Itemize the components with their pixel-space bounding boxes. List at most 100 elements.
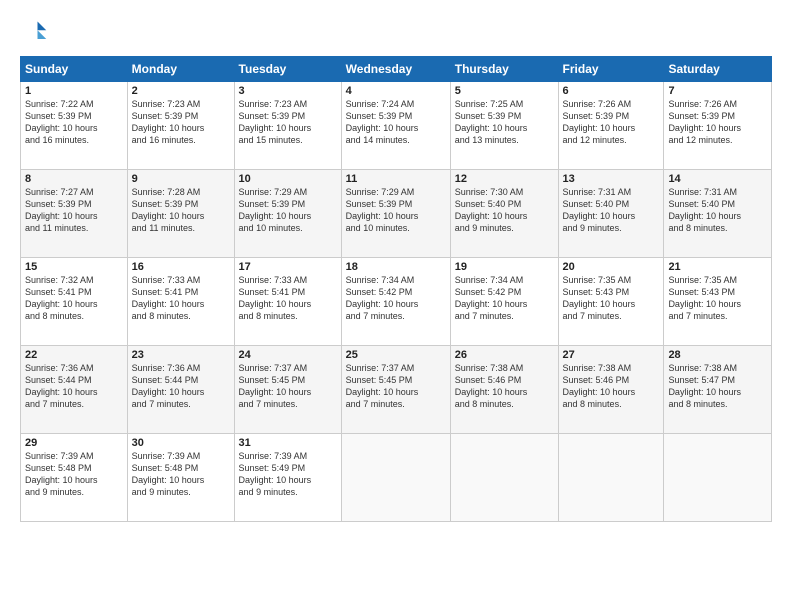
weekday-sunday: Sunday: [21, 57, 128, 82]
day-cell: 6Sunrise: 7:26 AM Sunset: 5:39 PM Daylig…: [558, 82, 664, 170]
day-number: 7: [668, 85, 767, 97]
day-cell: 22Sunrise: 7:36 AM Sunset: 5:44 PM Dayli…: [21, 346, 128, 434]
day-number: 27: [563, 349, 660, 361]
day-info: Sunrise: 7:35 AM Sunset: 5:43 PM Dayligh…: [563, 274, 660, 323]
day-info: Sunrise: 7:36 AM Sunset: 5:44 PM Dayligh…: [25, 362, 123, 411]
day-cell: 16Sunrise: 7:33 AM Sunset: 5:41 PM Dayli…: [127, 258, 234, 346]
day-cell: 4Sunrise: 7:24 AM Sunset: 5:39 PM Daylig…: [341, 82, 450, 170]
day-info: Sunrise: 7:38 AM Sunset: 5:47 PM Dayligh…: [668, 362, 767, 411]
day-number: 31: [239, 437, 337, 449]
day-number: 15: [25, 261, 123, 273]
day-cell: 8Sunrise: 7:27 AM Sunset: 5:39 PM Daylig…: [21, 170, 128, 258]
day-cell: 11Sunrise: 7:29 AM Sunset: 5:39 PM Dayli…: [341, 170, 450, 258]
day-info: Sunrise: 7:29 AM Sunset: 5:39 PM Dayligh…: [346, 186, 446, 235]
weekday-thursday: Thursday: [450, 57, 558, 82]
day-cell: 13Sunrise: 7:31 AM Sunset: 5:40 PM Dayli…: [558, 170, 664, 258]
day-number: 8: [25, 173, 123, 185]
calendar: SundayMondayTuesdayWednesdayThursdayFrid…: [20, 56, 772, 522]
day-number: 9: [132, 173, 230, 185]
day-number: 6: [563, 85, 660, 97]
day-info: Sunrise: 7:37 AM Sunset: 5:45 PM Dayligh…: [239, 362, 337, 411]
day-info: Sunrise: 7:34 AM Sunset: 5:42 PM Dayligh…: [346, 274, 446, 323]
day-cell: 5Sunrise: 7:25 AM Sunset: 5:39 PM Daylig…: [450, 82, 558, 170]
day-number: 16: [132, 261, 230, 273]
day-number: 24: [239, 349, 337, 361]
day-info: Sunrise: 7:37 AM Sunset: 5:45 PM Dayligh…: [346, 362, 446, 411]
day-info: Sunrise: 7:39 AM Sunset: 5:48 PM Dayligh…: [132, 450, 230, 499]
day-cell: 1Sunrise: 7:22 AM Sunset: 5:39 PM Daylig…: [21, 82, 128, 170]
day-number: 29: [25, 437, 123, 449]
day-cell: 17Sunrise: 7:33 AM Sunset: 5:41 PM Dayli…: [234, 258, 341, 346]
day-info: Sunrise: 7:28 AM Sunset: 5:39 PM Dayligh…: [132, 186, 230, 235]
day-number: 14: [668, 173, 767, 185]
weekday-header-row: SundayMondayTuesdayWednesdayThursdayFrid…: [21, 57, 772, 82]
week-row-2: 8Sunrise: 7:27 AM Sunset: 5:39 PM Daylig…: [21, 170, 772, 258]
day-number: 22: [25, 349, 123, 361]
week-row-4: 22Sunrise: 7:36 AM Sunset: 5:44 PM Dayli…: [21, 346, 772, 434]
day-info: Sunrise: 7:36 AM Sunset: 5:44 PM Dayligh…: [132, 362, 230, 411]
day-number: 3: [239, 85, 337, 97]
day-info: Sunrise: 7:24 AM Sunset: 5:39 PM Dayligh…: [346, 98, 446, 147]
day-info: Sunrise: 7:33 AM Sunset: 5:41 PM Dayligh…: [132, 274, 230, 323]
day-info: Sunrise: 7:26 AM Sunset: 5:39 PM Dayligh…: [668, 98, 767, 147]
day-cell: 20Sunrise: 7:35 AM Sunset: 5:43 PM Dayli…: [558, 258, 664, 346]
day-number: 26: [455, 349, 554, 361]
day-cell: 23Sunrise: 7:36 AM Sunset: 5:44 PM Dayli…: [127, 346, 234, 434]
weekday-saturday: Saturday: [664, 57, 772, 82]
day-info: Sunrise: 7:25 AM Sunset: 5:39 PM Dayligh…: [455, 98, 554, 147]
day-cell: [558, 434, 664, 522]
day-info: Sunrise: 7:39 AM Sunset: 5:48 PM Dayligh…: [25, 450, 123, 499]
header: [20, 18, 772, 46]
day-cell: [664, 434, 772, 522]
day-info: Sunrise: 7:32 AM Sunset: 5:41 PM Dayligh…: [25, 274, 123, 323]
day-number: 13: [563, 173, 660, 185]
day-number: 4: [346, 85, 446, 97]
day-number: 12: [455, 173, 554, 185]
day-number: 20: [563, 261, 660, 273]
day-cell: 15Sunrise: 7:32 AM Sunset: 5:41 PM Dayli…: [21, 258, 128, 346]
day-info: Sunrise: 7:27 AM Sunset: 5:39 PM Dayligh…: [25, 186, 123, 235]
day-number: 17: [239, 261, 337, 273]
day-cell: 19Sunrise: 7:34 AM Sunset: 5:42 PM Dayli…: [450, 258, 558, 346]
day-cell: [450, 434, 558, 522]
day-info: Sunrise: 7:23 AM Sunset: 5:39 PM Dayligh…: [132, 98, 230, 147]
day-cell: 21Sunrise: 7:35 AM Sunset: 5:43 PM Dayli…: [664, 258, 772, 346]
day-cell: 26Sunrise: 7:38 AM Sunset: 5:46 PM Dayli…: [450, 346, 558, 434]
day-info: Sunrise: 7:30 AM Sunset: 5:40 PM Dayligh…: [455, 186, 554, 235]
day-number: 23: [132, 349, 230, 361]
day-info: Sunrise: 7:26 AM Sunset: 5:39 PM Dayligh…: [563, 98, 660, 147]
day-number: 19: [455, 261, 554, 273]
weekday-tuesday: Tuesday: [234, 57, 341, 82]
day-cell: 2Sunrise: 7:23 AM Sunset: 5:39 PM Daylig…: [127, 82, 234, 170]
day-number: 25: [346, 349, 446, 361]
day-cell: 14Sunrise: 7:31 AM Sunset: 5:40 PM Dayli…: [664, 170, 772, 258]
day-number: 10: [239, 173, 337, 185]
day-number: 5: [455, 85, 554, 97]
day-cell: 9Sunrise: 7:28 AM Sunset: 5:39 PM Daylig…: [127, 170, 234, 258]
day-cell: 31Sunrise: 7:39 AM Sunset: 5:49 PM Dayli…: [234, 434, 341, 522]
day-number: 21: [668, 261, 767, 273]
day-number: 2: [132, 85, 230, 97]
day-number: 1: [25, 85, 123, 97]
day-cell: [341, 434, 450, 522]
day-info: Sunrise: 7:35 AM Sunset: 5:43 PM Dayligh…: [668, 274, 767, 323]
day-cell: 7Sunrise: 7:26 AM Sunset: 5:39 PM Daylig…: [664, 82, 772, 170]
day-number: 11: [346, 173, 446, 185]
day-cell: 10Sunrise: 7:29 AM Sunset: 5:39 PM Dayli…: [234, 170, 341, 258]
day-cell: 29Sunrise: 7:39 AM Sunset: 5:48 PM Dayli…: [21, 434, 128, 522]
day-info: Sunrise: 7:31 AM Sunset: 5:40 PM Dayligh…: [563, 186, 660, 235]
day-info: Sunrise: 7:39 AM Sunset: 5:49 PM Dayligh…: [239, 450, 337, 499]
page: SundayMondayTuesdayWednesdayThursdayFrid…: [0, 0, 792, 612]
day-cell: 28Sunrise: 7:38 AM Sunset: 5:47 PM Dayli…: [664, 346, 772, 434]
day-info: Sunrise: 7:33 AM Sunset: 5:41 PM Dayligh…: [239, 274, 337, 323]
day-cell: 18Sunrise: 7:34 AM Sunset: 5:42 PM Dayli…: [341, 258, 450, 346]
day-number: 18: [346, 261, 446, 273]
weekday-wednesday: Wednesday: [341, 57, 450, 82]
day-info: Sunrise: 7:31 AM Sunset: 5:40 PM Dayligh…: [668, 186, 767, 235]
day-info: Sunrise: 7:34 AM Sunset: 5:42 PM Dayligh…: [455, 274, 554, 323]
day-info: Sunrise: 7:23 AM Sunset: 5:39 PM Dayligh…: [239, 98, 337, 147]
day-cell: 25Sunrise: 7:37 AM Sunset: 5:45 PM Dayli…: [341, 346, 450, 434]
day-cell: 12Sunrise: 7:30 AM Sunset: 5:40 PM Dayli…: [450, 170, 558, 258]
day-number: 28: [668, 349, 767, 361]
day-cell: 3Sunrise: 7:23 AM Sunset: 5:39 PM Daylig…: [234, 82, 341, 170]
